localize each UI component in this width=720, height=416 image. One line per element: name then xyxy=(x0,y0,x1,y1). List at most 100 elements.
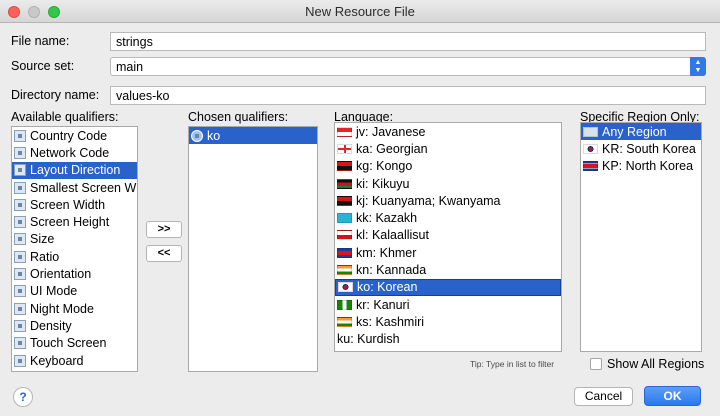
language-item[interactable]: ku: Kurdish xyxy=(335,331,561,348)
available-qualifier-item[interactable]: Layout Direction xyxy=(12,161,137,179)
remove-qualifier-button[interactable]: << xyxy=(146,245,182,262)
language-item-label: ko: Korean xyxy=(357,280,418,295)
available-qualifier-item[interactable]: Country Code xyxy=(12,127,137,144)
flag-ks-icon xyxy=(337,316,352,327)
language-item[interactable]: ka: Georgian xyxy=(335,140,561,157)
language-item[interactable]: kj: Kuanyama; Kwanyama xyxy=(335,192,561,209)
chosen-qualifiers-list[interactable]: ko xyxy=(188,126,318,372)
available-qualifier-item-label: Orientation xyxy=(30,267,92,282)
region-item-label: KR: South Korea xyxy=(602,141,696,156)
smallest-screen-width-icon xyxy=(14,181,26,194)
available-qualifier-item[interactable]: Keyboard xyxy=(12,352,137,369)
ratio-icon xyxy=(14,250,26,263)
flag-kl-icon xyxy=(337,230,352,241)
available-qualifier-item-label: Keyboard xyxy=(30,353,84,368)
ok-button[interactable]: OK xyxy=(644,386,701,406)
available-qualifier-item-label: Size xyxy=(30,232,55,247)
region-item-label: KP: North Korea xyxy=(602,159,694,174)
touch-screen-icon xyxy=(14,337,26,350)
source-set-label: Source set: xyxy=(11,59,75,73)
language-item[interactable]: km: Khmer xyxy=(335,244,561,261)
available-qualifier-item[interactable]: Screen Height xyxy=(12,213,137,230)
available-qualifier-item-label: Touch Screen xyxy=(30,336,107,351)
language-item-label: jv: Javanese xyxy=(356,124,426,139)
language-item[interactable]: kg: Kongo xyxy=(335,158,561,175)
available-qualifier-item[interactable]: Night Mode xyxy=(12,300,137,317)
language-item[interactable]: kr: Kanuri xyxy=(335,296,561,313)
keyboard-icon xyxy=(14,354,26,367)
title-bar: New Resource File xyxy=(0,0,720,23)
region-item[interactable]: Any Region xyxy=(581,123,701,141)
flag-ka-icon xyxy=(337,143,352,154)
available-qualifier-item-label: Night Mode xyxy=(30,301,94,316)
screen-width-icon xyxy=(14,198,26,211)
available-qualifier-item[interactable]: Screen Width xyxy=(12,196,137,213)
directory-name-label: Directory name: xyxy=(11,88,100,102)
chosen-qualifier-item-label: ko xyxy=(207,128,221,143)
language-item-label: kk: Kazakh xyxy=(356,211,418,226)
layout-direction-icon xyxy=(14,164,26,177)
region-item-label: Any Region xyxy=(602,124,667,139)
available-qualifier-item[interactable]: Touch Screen xyxy=(12,335,137,352)
density-icon xyxy=(14,319,26,332)
country-code-icon xyxy=(14,129,26,142)
available-qualifier-item[interactable]: Smallest Screen Wid xyxy=(12,179,137,196)
file-name-input[interactable]: strings xyxy=(110,32,706,51)
available-qualifier-item[interactable]: Ratio xyxy=(12,248,137,265)
region-item[interactable]: KP: North Korea xyxy=(581,158,701,175)
chosen-qualifier-item[interactable]: ko xyxy=(189,127,317,145)
available-qualifier-item[interactable]: Network Code xyxy=(12,144,137,161)
flag-kp-icon xyxy=(583,161,598,172)
language-item[interactable]: kl: Kalaallisut xyxy=(335,227,561,244)
language-item[interactable]: kk: Kazakh xyxy=(335,209,561,226)
show-all-regions-label[interactable]: Show All Regions xyxy=(607,357,704,371)
available-qualifier-item-label: Screen Height xyxy=(30,215,110,230)
source-set-select[interactable]: main ▲ ▼ xyxy=(110,57,706,76)
ui-mode-icon xyxy=(14,285,26,298)
flag-ko-icon xyxy=(338,282,353,293)
flag-kr-icon xyxy=(337,299,352,310)
available-qualifier-item[interactable]: Density xyxy=(12,317,137,334)
language-item-label: ki: Kikuyu xyxy=(356,176,410,191)
flag-km-icon xyxy=(337,247,352,258)
language-item[interactable]: jv: Javanese xyxy=(335,123,561,140)
language-item-label: ku: Kurdish xyxy=(337,332,400,347)
available-qualifier-item-label: Country Code xyxy=(30,128,108,143)
flag-kk-icon xyxy=(337,213,352,224)
screen-height-icon xyxy=(14,216,26,229)
available-qualifier-item-label: Network Code xyxy=(30,145,110,160)
help-button[interactable]: ? xyxy=(13,387,33,407)
region-list[interactable]: Any Region KR: South Korea KP: North Korea xyxy=(580,122,702,352)
add-qualifier-button[interactable]: >> xyxy=(146,221,182,238)
cancel-button[interactable]: Cancel xyxy=(574,387,633,406)
available-qualifier-item-label: Layout Direction xyxy=(30,163,121,178)
language-item-label: ks: Kashmiri xyxy=(356,314,425,329)
orientation-icon xyxy=(14,268,26,281)
available-qualifier-item[interactable]: Size xyxy=(12,231,137,248)
available-qualifiers-list[interactable]: Country Code Network Code Layout Direction… xyxy=(11,126,138,372)
chevron-updown-icon[interactable]: ▲ ▼ xyxy=(690,57,706,76)
available-qualifier-item-label: Screen Width xyxy=(30,197,106,212)
flag-kn-icon xyxy=(337,265,352,276)
window-title: New Resource File xyxy=(305,4,415,19)
globe-icon xyxy=(191,129,203,142)
available-qualifier-item[interactable]: UI Mode xyxy=(12,283,137,300)
flag-kr-region-icon xyxy=(583,143,598,154)
flag-any-icon xyxy=(583,126,598,137)
available-qualifier-item-label: Density xyxy=(30,318,72,333)
language-item[interactable]: ks: Kashmiri xyxy=(335,313,561,330)
flag-kg-icon xyxy=(337,161,352,172)
language-item[interactable]: ki: Kikuyu xyxy=(335,175,561,192)
show-all-regions-checkbox[interactable] xyxy=(590,358,602,370)
available-qualifier-item[interactable]: Orientation xyxy=(12,265,137,282)
directory-name-input[interactable]: values-ko xyxy=(110,86,706,105)
region-item[interactable]: KR: South Korea xyxy=(581,140,701,157)
language-item-label: km: Khmer xyxy=(356,245,417,260)
flag-kj-icon xyxy=(337,195,352,206)
flag-jv-icon xyxy=(337,126,352,137)
available-qualifier-item-label: Ratio xyxy=(30,249,60,264)
language-list[interactable]: jv: Javanese ka: Georgian kg: Kongo ki: Kik… xyxy=(334,122,562,352)
language-item[interactable]: kn: Kannada xyxy=(335,261,561,278)
language-item[interactable]: ko: Korean xyxy=(335,278,561,296)
available-qualifier-item-label: Smallest Screen Wid xyxy=(30,180,138,195)
